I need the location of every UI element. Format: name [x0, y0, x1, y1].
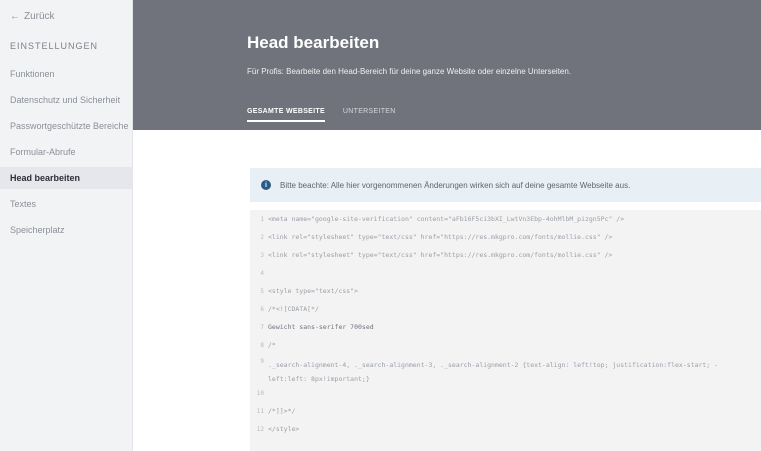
sidebar-item-formular-abrufe[interactable]: Formular-Abrufe [0, 141, 133, 163]
line-number: 3 [260, 251, 264, 259]
code-line: 10 [250, 384, 761, 402]
line-number: 11 [256, 407, 264, 415]
code-text: <link rel="stylesheet" type="text/css" h… [268, 251, 613, 259]
sidebar-item-head-bearbeiten[interactable]: Head bearbeiten [0, 167, 133, 189]
info-notice: i Bitte beachte: Alle hier vorgenommenen… [250, 168, 761, 202]
code-line: 7 Gewicht sans-serifer 700sed [250, 318, 761, 336]
line-number: 4 [260, 269, 264, 277]
sidebar-item-funktionen[interactable]: Funktionen [0, 63, 133, 85]
sidebar-item-passwortgeschuetzte-bereiche[interactable]: Passwortgeschützte Bereiche [0, 115, 133, 137]
code-line: 11 /*]]>*/ [250, 402, 761, 420]
line-number: 12 [256, 425, 264, 433]
code-editor[interactable]: 1 <meta name="google-site-verification" … [250, 210, 761, 451]
back-link[interactable]: ← Zurück [10, 11, 55, 22]
code-line: 4 [250, 264, 761, 282]
back-label: Zurück [24, 11, 55, 22]
code-line: 9 ._search-alignment-4, ._search-alignme… [250, 354, 761, 384]
line-number: 1 [260, 215, 264, 223]
code-line: 6 /*<![CDATA[*/ [250, 300, 761, 318]
tab-gesamte-webseite[interactable]: GESAMTE WEBSEITE [247, 108, 325, 122]
code-text: /*]]>*/ [268, 407, 296, 415]
code-text: <link rel="stylesheet" type="text/css" h… [268, 233, 613, 241]
code-text: ._search-alignment-4, ._search-alignment… [268, 361, 719, 383]
code-line: 8 /* [250, 336, 761, 354]
page-subtitle: Für Profis: Bearbeite den Head-Bereich f… [247, 67, 572, 76]
settings-sidebar: ← Zurück EINSTELLUNGEN Funktionen Datens… [0, 0, 133, 451]
line-number: 8 [260, 341, 264, 349]
code-line: 2 <link rel="stylesheet" type="text/css"… [250, 228, 761, 246]
info-text: Bitte beachte: Alle hier vorgenommenen Ä… [280, 180, 631, 190]
code-text: Gewicht sans-serifer 700sed [268, 323, 374, 331]
line-number: 2 [260, 233, 264, 241]
sidebar-nav: Funktionen Datenschutz und Sicherheit Pa… [0, 63, 133, 245]
page-title: Head bearbeiten [247, 33, 380, 52]
sidebar-item-textes[interactable]: Textes [0, 193, 133, 215]
tab-unterseiten[interactable]: UNTERSEITEN [343, 108, 396, 122]
code-text: /*<![CDATA[*/ [268, 305, 319, 313]
line-number: 6 [260, 305, 264, 313]
code-text: </style> [268, 425, 300, 433]
code-text: <style type="text/css"> [268, 287, 359, 295]
line-number: 10 [256, 389, 264, 397]
app-window: ← Zurück EINSTELLUNGEN Funktionen Datens… [0, 0, 761, 451]
line-number: 5 [260, 287, 264, 295]
sidebar-section-title: EINSTELLUNGEN [10, 41, 99, 51]
code-text: /* [268, 341, 276, 349]
arrow-left-icon: ← [10, 11, 20, 22]
code-line: 5 <style type="text/css"> [250, 282, 761, 300]
sidebar-item-datenschutz[interactable]: Datenschutz und Sicherheit [0, 89, 133, 111]
code-line: 3 <link rel="stylesheet" type="text/css"… [250, 246, 761, 264]
sidebar-item-speicherplatz[interactable]: Speicherplatz [0, 219, 133, 241]
line-number: 7 [260, 323, 264, 331]
header-tabs: GESAMTE WEBSEITE UNTERSEITEN [247, 108, 396, 122]
code-line: 12 </style> [250, 420, 761, 438]
code-line: 1 <meta name="google-site-verification" … [250, 210, 761, 228]
info-icon: i [261, 180, 271, 190]
code-text: <meta name="google-site-verification" co… [268, 215, 625, 223]
line-number: 9 [260, 358, 264, 365]
page-header: Head bearbeiten Für Profis: Bearbeite de… [133, 0, 761, 130]
